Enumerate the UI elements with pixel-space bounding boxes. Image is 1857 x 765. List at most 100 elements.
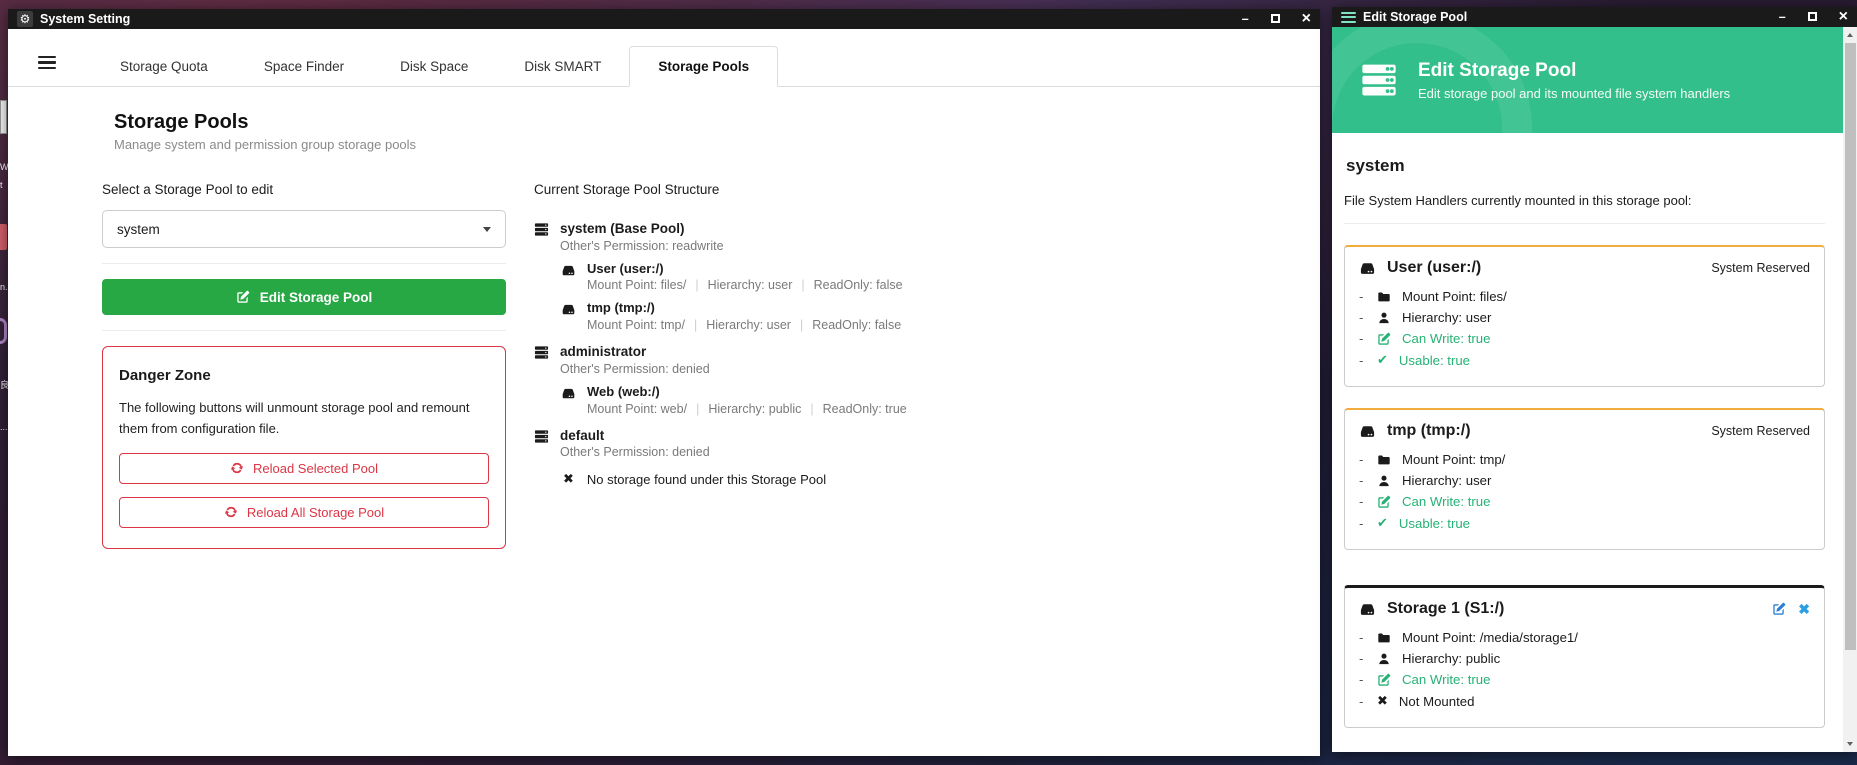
handler-detail-row: -Can Write: true [1359,494,1810,509]
server-icon [534,429,549,444]
close-button[interactable]: × [1302,11,1311,27]
edit-icon [1377,673,1391,687]
handler-detail-row: -Hierarchy: user [1359,473,1810,488]
handler-card-storage1: Storage 1 (S1:/) ✖ -Mount Point: /media/… [1344,585,1825,728]
edit-storage-pool-button[interactable]: Edit Storage Pool [102,279,506,315]
storage-entry: User (user:/) Mount Point: files/|Hierar… [561,262,907,293]
minimize-button[interactable]: – [1779,11,1786,24]
storage-entry: Web (web:/) Mount Point: web/|Hierarchy:… [561,385,907,416]
danger-zone-title: Danger Zone [119,367,489,384]
storage-pool-select[interactable]: system [102,210,506,248]
server-icon [1360,61,1398,99]
folder-icon [1377,631,1391,645]
times-icon: ✖ [1377,693,1388,709]
window-title: System Setting [40,12,130,26]
user-icon [1377,311,1391,325]
check-icon: ✔ [1377,352,1388,368]
structure-title: Current Storage Pool Structure [534,182,907,197]
server-icon [534,345,549,360]
handler-card-user: User (user:/) System Reserved -Mount Poi… [1344,245,1825,387]
handler-detail-row: -✖Not Mounted [1359,693,1810,709]
edit-pool-banner: Edit Storage Pool Edit storage pool and … [1332,27,1843,133]
hdd-icon [561,263,576,278]
gear-icon: ⚙ [17,11,33,27]
editing-pool-name: system [1346,156,1825,176]
reload-selected-pool-button[interactable]: Reload Selected Pool [119,453,489,484]
danger-zone-card: Danger Zone The following buttons will u… [102,346,506,549]
handler-detail-row: -✔Usable: true [1359,515,1810,531]
document-icon [0,100,7,134]
menu-icon[interactable] [38,56,56,69]
desktop-background: W t n. 良 ... ⚙ System Setting – × Storag… [0,0,1857,765]
system-reserved-badge: System Reserved [1711,261,1810,275]
selected-pool-value: system [117,222,160,237]
hdd-icon [1359,601,1376,618]
tab-disk-smart[interactable]: Disk SMART [496,47,629,86]
check-icon: ✔ [1377,515,1388,531]
tab-space-finder[interactable]: Space Finder [236,47,372,86]
desktop-label-fragment: n. [0,283,8,292]
pool-entry-administrator: administrator Other's Permission: denied… [534,344,907,415]
edit-pool-scroll-area: Edit Storage Pool Edit storage pool and … [1332,27,1843,752]
tab-disk-space[interactable]: Disk Space [372,47,496,86]
refresh-icon [230,461,244,475]
tab-storage-quota[interactable]: Storage Quota [92,47,236,86]
handler-detail-row: -Can Write: true [1359,331,1810,346]
minimize-button[interactable]: – [1242,13,1249,26]
desktop-edge-fragments: W t n. 良 ... [0,0,8,765]
scroll-up-button[interactable] [1843,27,1857,42]
app-icon-fragment [0,318,7,344]
hdd-icon [561,302,576,317]
edit-icon [1377,332,1391,346]
tab-storage-pools[interactable]: Storage Pools [629,46,778,87]
storage-entry: tmp (tmp:/) Mount Point: tmp/|Hierarchy:… [561,301,907,332]
user-icon [1377,652,1391,666]
server-icon [534,222,549,237]
handler-detail-row: -Mount Point: tmp/ [1359,452,1810,467]
close-button[interactable]: × [1839,9,1848,25]
folder-icon [1377,453,1391,467]
edit-icon [1377,495,1391,509]
edit-handler-button[interactable] [1772,602,1786,616]
times-icon: ✖ [563,471,574,487]
scrollbar-thumb[interactable] [1845,43,1856,650]
handler-detail-row: -Can Write: true [1359,672,1810,687]
divider [102,330,506,331]
handler-detail-row: -✔Usable: true [1359,352,1810,368]
edit-pool-titlebar[interactable]: Edit Storage Pool – × [1332,7,1857,27]
handler-detail-row: -Mount Point: /media/storage1/ [1359,630,1810,645]
reload-all-storage-pool-button[interactable]: Reload All Storage Pool [119,497,489,528]
refresh-icon [224,505,238,519]
handler-detail-row: -Hierarchy: user [1359,310,1810,325]
handler-detail-row: -Hierarchy: public [1359,651,1810,666]
divider [102,263,506,264]
page-title: Storage Pools [114,111,1320,134]
remove-handler-button[interactable]: ✖ [1798,601,1810,618]
banner-subtitle: Edit storage pool and its mounted file s… [1418,86,1730,101]
system-reserved-badge: System Reserved [1711,424,1810,438]
hdd-icon [561,386,576,401]
handler-detail-row: -Mount Point: files/ [1359,289,1810,304]
settings-tabbar: Storage Quota Space Finder Disk Space Di… [8,29,1320,87]
window-title: Edit Storage Pool [1363,10,1467,24]
scrollbar[interactable] [1843,27,1857,752]
page-subtitle: Manage system and permission group stora… [114,137,1320,152]
pool-entry-system: system (Base Pool) Other's Permission: r… [534,221,907,332]
maximize-button[interactable] [1808,11,1817,24]
edit-icon [236,290,250,304]
chevron-down-icon [483,227,491,236]
desktop-label-fragment: ... [0,423,8,432]
system-setting-window: ⚙ System Setting – × Storage Quota Space… [8,9,1320,756]
desktop-label-fragment: t [0,181,3,190]
empty-pool-message: ✖ No storage found under this Storage Po… [563,471,907,487]
user-icon [1377,474,1391,488]
danger-zone-description: The following buttons will unmount stora… [119,398,489,440]
app-icon-fragment [0,224,7,250]
list-icon [1341,12,1356,23]
divider [1344,223,1825,224]
system-setting-titlebar[interactable]: ⚙ System Setting – × [8,9,1320,29]
maximize-button[interactable] [1271,13,1280,26]
banner-title: Edit Storage Pool [1418,60,1730,82]
edit-storage-pool-window: Edit Storage Pool – × Edit Storage Pool … [1332,7,1857,752]
scroll-down-button[interactable] [1843,737,1857,752]
